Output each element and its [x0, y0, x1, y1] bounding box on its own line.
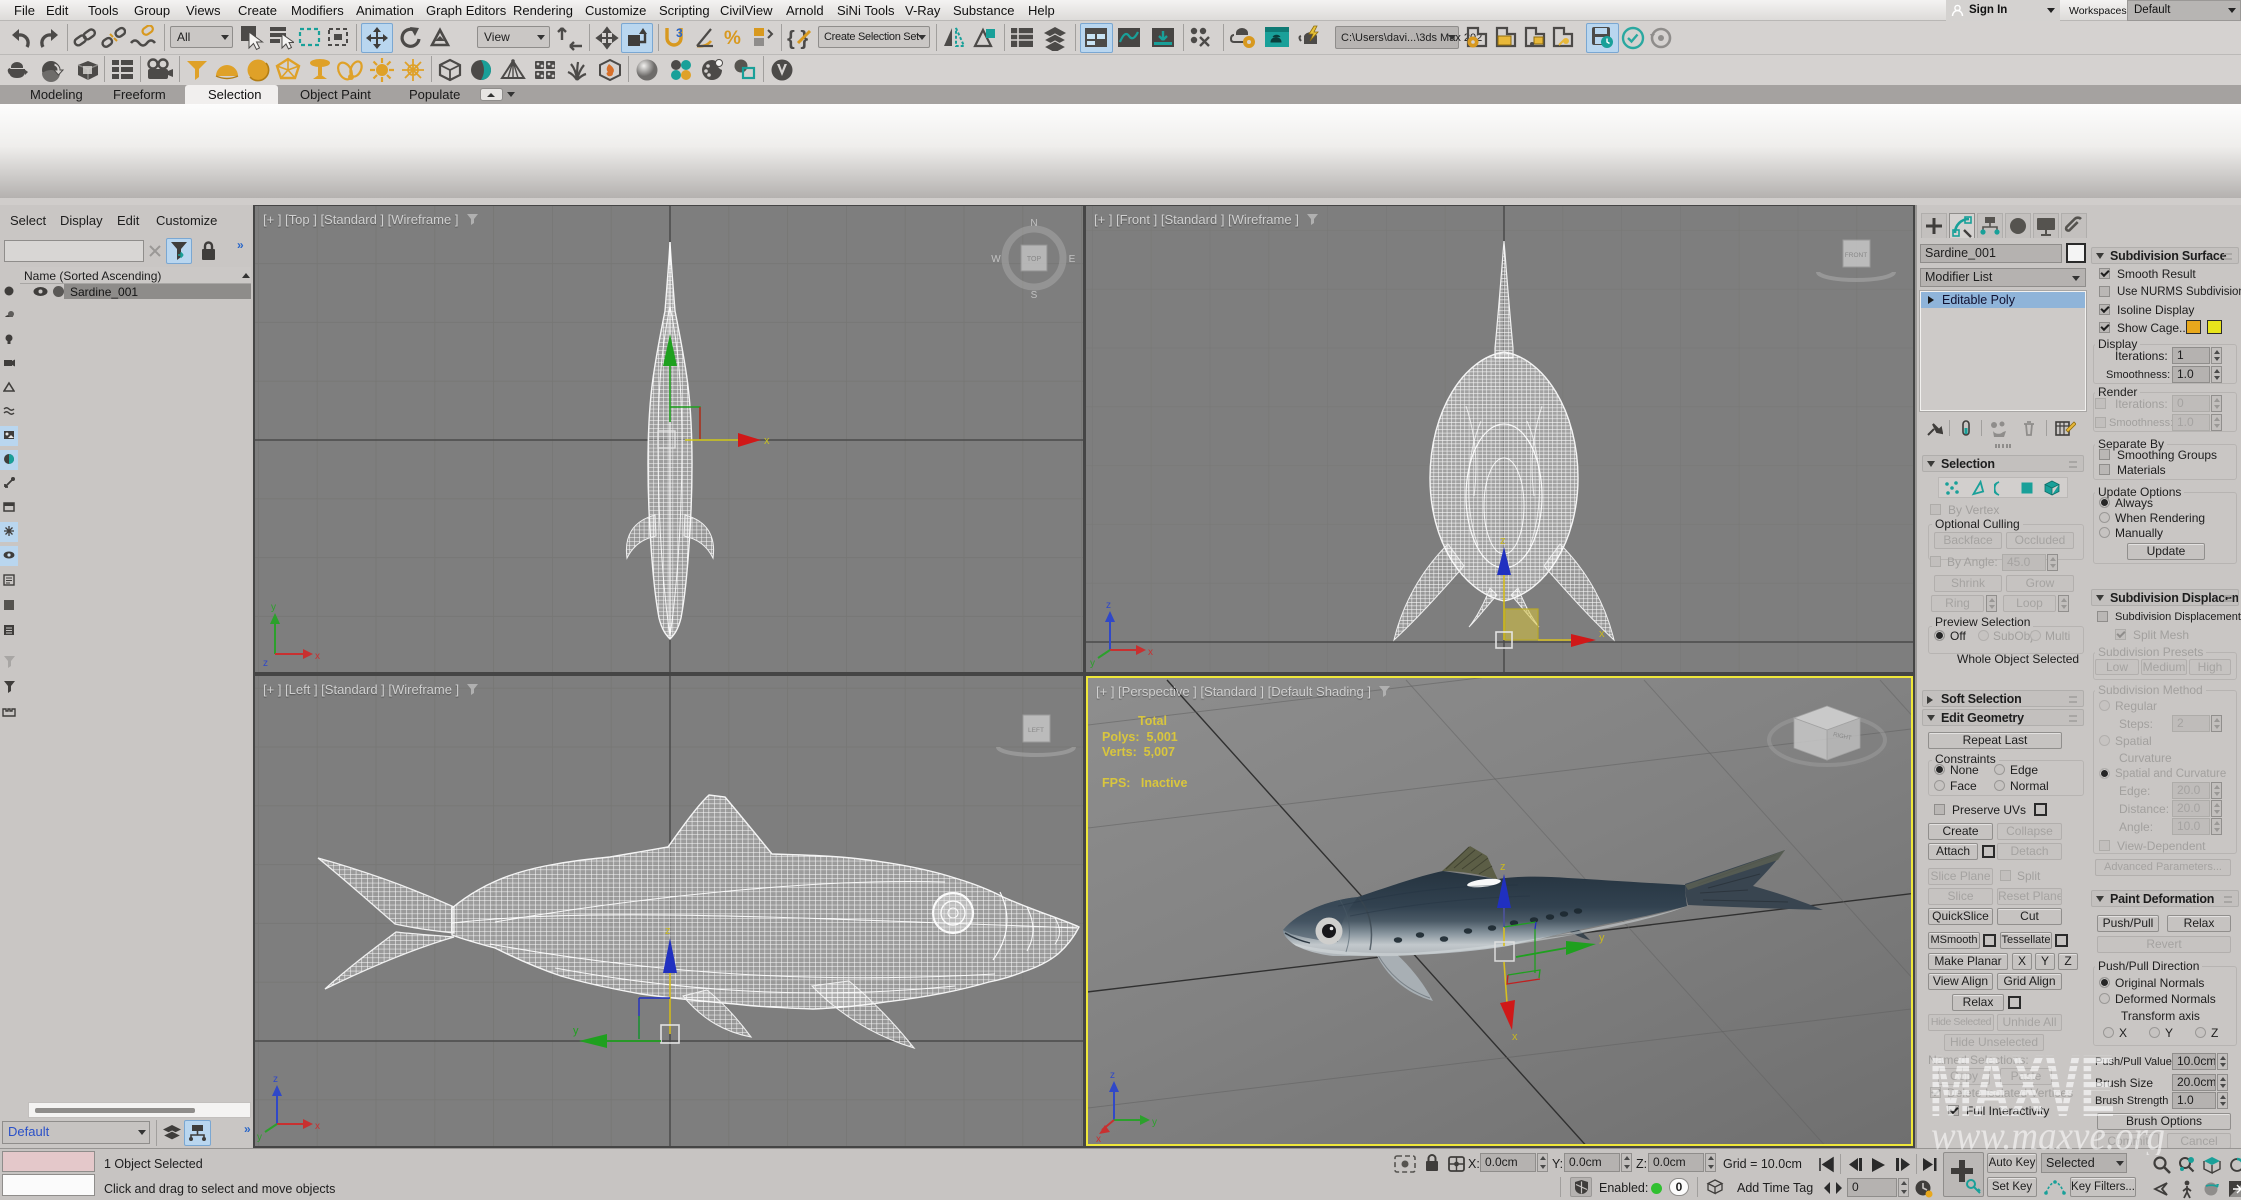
svg-text:z: z: [1500, 535, 1506, 547]
svg-text:LEFT: LEFT: [1028, 727, 1044, 734]
svg-text:z: z: [1500, 861, 1506, 873]
svg-text:y: y: [271, 602, 276, 613]
svg-text:x: x: [315, 651, 320, 662]
svg-text:N: N: [1030, 218, 1037, 229]
svg-text:x: x: [315, 1121, 320, 1132]
svg-text:y: y: [257, 1132, 262, 1143]
svg-text:3: 3: [676, 26, 683, 40]
svg-text:{ }: { }: [787, 28, 808, 50]
svg-text:x: x: [1599, 628, 1605, 640]
svg-text:z: z: [1106, 600, 1111, 611]
svg-text:x: x: [764, 435, 770, 447]
svg-text:x: x: [1148, 647, 1153, 658]
svg-text:z: z: [263, 658, 268, 669]
svg-text:y: y: [1090, 658, 1095, 669]
svg-text:y: y: [1599, 932, 1605, 944]
svg-text:%: %: [724, 28, 741, 49]
svg-text:x: x: [1512, 1031, 1518, 1043]
svg-text:FRONT: FRONT: [1845, 252, 1867, 259]
svg-text:x: x: [1096, 1134, 1101, 1144]
svg-text:z: z: [273, 1074, 278, 1085]
svg-text:z: z: [1110, 1070, 1115, 1081]
svg-text:W: W: [991, 254, 1001, 265]
svg-text:y: y: [573, 1025, 579, 1037]
svg-text:E: E: [1069, 254, 1076, 265]
svg-text:y: y: [1152, 1117, 1157, 1128]
svg-text:z: z: [665, 925, 671, 937]
svg-text:www.maxve.org: www.maxve.org: [1931, 1113, 2165, 1155]
svg-text:S: S: [1031, 290, 1038, 301]
svg-text:TOP: TOP: [1027, 256, 1042, 263]
